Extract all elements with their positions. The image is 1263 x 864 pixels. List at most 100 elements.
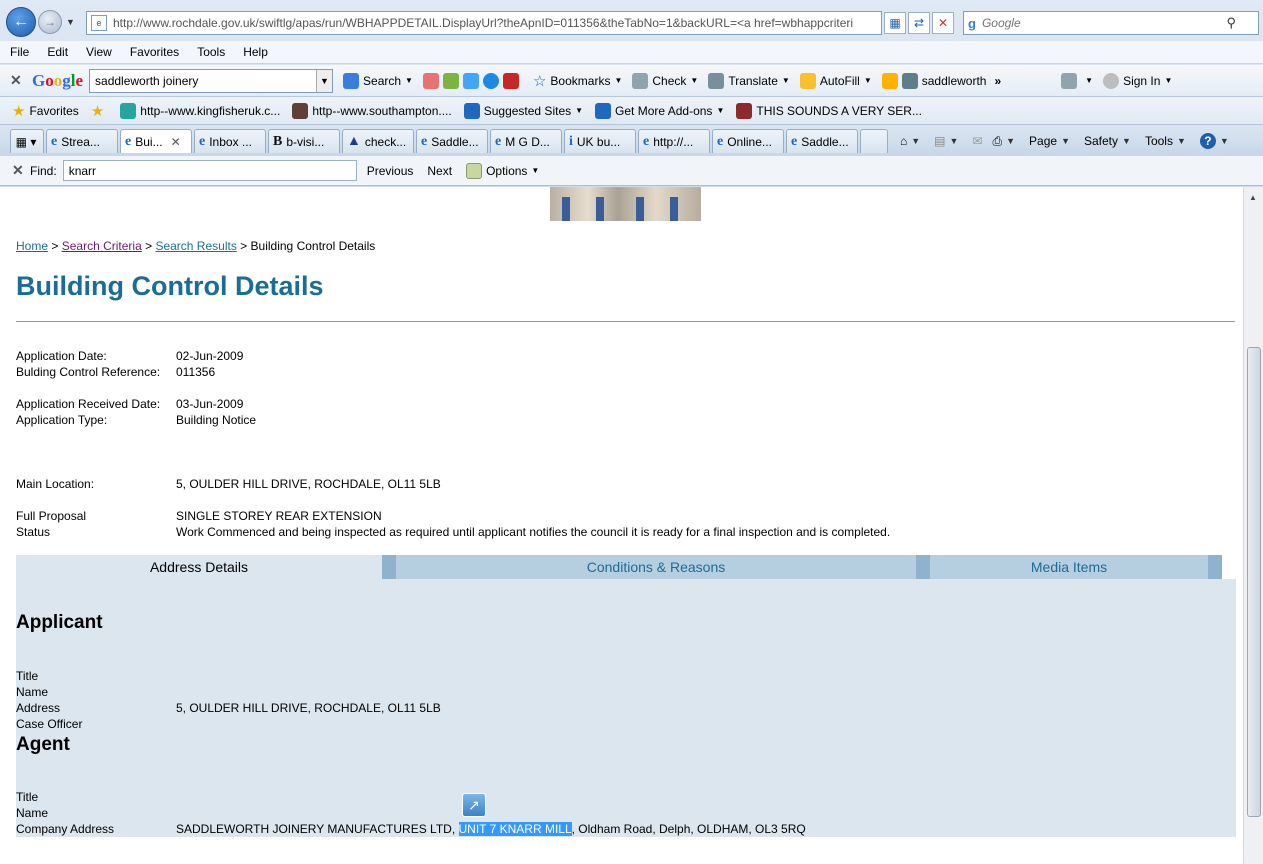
- divider: [16, 321, 1235, 322]
- add-star-icon: ★: [90, 102, 105, 120]
- favorites-button[interactable]: ★ Favorites: [12, 102, 79, 120]
- globe-icon[interactable]: [482, 72, 499, 89]
- application-type-value: Building Notice: [176, 413, 257, 427]
- home-button[interactable]: ⌂ ▼: [900, 134, 924, 148]
- tab-conditions-reasons[interactable]: Conditions & Reasons: [382, 555, 916, 579]
- favorite-link-sounds[interactable]: THIS SOUNDS A VERY SER...: [736, 102, 922, 119]
- case-officer-label: Case Officer: [16, 717, 83, 731]
- vertical-scrollbar[interactable]: ▲: [1243, 187, 1263, 864]
- find-previous-button[interactable]: Previous: [367, 164, 414, 178]
- tools-menu[interactable]: Tools ▼: [1145, 134, 1190, 148]
- menu-view[interactable]: View: [86, 45, 112, 59]
- browser-search-box[interactable]: g ⚲: [963, 11, 1259, 35]
- refresh-icon[interactable]: ⇄: [908, 12, 930, 34]
- breadcrumb-search-results-link[interactable]: Search Results: [155, 239, 236, 253]
- add-favorite-icon[interactable]: ★: [91, 102, 108, 120]
- eraser-icon[interactable]: [422, 72, 439, 89]
- close-tab-icon[interactable]: ✕: [171, 135, 181, 149]
- browser-tab[interactable]: ▲ check...: [342, 129, 414, 153]
- feeds-button[interactable]: ▤ ▼: [934, 134, 962, 148]
- browser-tab[interactable]: e Saddle...: [416, 129, 488, 153]
- compatibility-view-icon[interactable]: ▦: [884, 12, 906, 34]
- quick-tabs-icon[interactable]: ▦ ▾: [10, 129, 44, 153]
- breadcrumb-home-link[interactable]: Home: [16, 239, 48, 253]
- tools-menu-label: Tools: [1144, 134, 1173, 148]
- help-button[interactable]: ? ▼: [1199, 133, 1233, 149]
- address-bar[interactable]: e http://www.rochdale.gov.uk/swiftlg/apa…: [86, 11, 882, 35]
- menu-favorites[interactable]: Favorites: [130, 45, 179, 59]
- safety-menu[interactable]: Safety ▼: [1084, 134, 1135, 148]
- google-toolbar: ✕ Google saddleworth joinery ▼ Search ▼ ☆…: [0, 65, 1263, 97]
- chevron-down-icon[interactable]: ▼: [316, 69, 333, 92]
- new-tab-button[interactable]: [860, 129, 888, 153]
- back-button[interactable]: ←: [6, 7, 36, 37]
- main-location-row: Main Location: 5, OULDER HILL DRIVE, ROCH…: [16, 476, 441, 492]
- favorites-bar: ★ Favorites ★ http--www.kingfisheruk.c...…: [0, 97, 1263, 125]
- translate-button[interactable]: Translate ▼: [708, 72, 790, 89]
- breadcrumb-search-criteria-link[interactable]: Search Criteria: [62, 239, 142, 253]
- copy-icon[interactable]: [442, 72, 459, 89]
- favorite-link-southampton-label: http--www.southampton....: [312, 103, 452, 118]
- browser-tab[interactable]: e Strea...: [46, 129, 118, 153]
- find-options-button[interactable]: Options ▼: [466, 162, 539, 179]
- scrollbar-thumb[interactable]: [1247, 347, 1261, 817]
- browser-tab-active[interactable]: e Bui... ✕: [120, 129, 192, 153]
- stop-icon[interactable]: ✕: [932, 12, 954, 34]
- menu-file[interactable]: File: [10, 45, 29, 59]
- suggested-sites-button[interactable]: Suggested Sites ▼: [463, 102, 583, 119]
- spell-check-button[interactable]: Check ▼: [632, 72, 698, 89]
- forward-button[interactable]: →: [38, 10, 62, 34]
- google-toolbar-query[interactable]: saddleworth joinery: [95, 74, 198, 88]
- find-next-button[interactable]: Next: [427, 164, 452, 178]
- history-dropdown-icon[interactable]: ▼: [66, 17, 75, 27]
- google-logo-icon: Google: [32, 70, 84, 90]
- sign-in-label: Sign In: [1123, 73, 1161, 88]
- search-icon[interactable]: ⚲: [1226, 15, 1236, 31]
- tab-media-items[interactable]: Media Items: [916, 555, 1222, 579]
- highlighter-icon: [881, 72, 898, 89]
- autofill-button[interactable]: AutoFill ▼: [799, 72, 872, 89]
- sign-in-button[interactable]: Sign In ▼: [1103, 72, 1172, 89]
- browser-tab[interactable]: e http://...: [638, 129, 710, 153]
- find-input[interactable]: [62, 160, 357, 181]
- bookmarks-button[interactable]: ☆ Bookmarks ▼: [533, 72, 622, 90]
- browser-tab[interactable]: e Saddle...: [786, 129, 858, 153]
- google-search-button[interactable]: Search ▼: [343, 72, 413, 89]
- applicant-name-row: Name: [16, 684, 176, 700]
- address-url[interactable]: http://www.rochdale.gov.uk/swiftlg/apas/…: [113, 16, 853, 30]
- accelerator-icon[interactable]: ↗: [462, 793, 486, 817]
- browser-tab[interactable]: e Inbox ...: [194, 129, 266, 153]
- favorite-link-southampton[interactable]: http--www.southampton....: [292, 102, 452, 119]
- sail-icon: ▲: [347, 133, 361, 149]
- application-date-row: Application Date: 02-Jun-2009: [16, 348, 243, 364]
- close-toolbar-icon[interactable]: ✕: [10, 72, 28, 89]
- menu-edit[interactable]: Edit: [47, 45, 68, 59]
- close-find-icon[interactable]: ✕: [12, 162, 30, 179]
- get-more-addons-button[interactable]: Get More Add-ons ▼: [595, 102, 724, 119]
- google-toolbar-search[interactable]: saddleworth joinery ▼: [89, 68, 334, 93]
- tab-address-details[interactable]: Address Details: [16, 555, 382, 579]
- popup-blocker-icon[interactable]: [502, 72, 519, 89]
- search-icon: [343, 72, 360, 89]
- favorite-link-kingfisher[interactable]: http--www.kingfisheruk.c...: [120, 102, 280, 119]
- wrench-settings-button[interactable]: ▼: [1061, 72, 1093, 89]
- toolbar-tools-group[interactable]: [422, 72, 523, 89]
- browser-search-input[interactable]: [981, 16, 1222, 30]
- mail-button[interactable]: ✉: [972, 134, 982, 148]
- browser-tab[interactable]: e Online...: [712, 129, 784, 153]
- agent-company-address-label: Company Address: [16, 822, 115, 836]
- highlight-term-button[interactable]: saddleworth»: [881, 72, 1001, 89]
- agent-company-address-value: SADDLEWORTH JOINERY MANUFACTURES LTD, UN…: [176, 821, 806, 837]
- scroll-up-icon[interactable]: ▲: [1249, 193, 1257, 202]
- browser-tab[interactable]: eM G D...: [490, 129, 562, 153]
- page-menu[interactable]: Page ▼: [1029, 134, 1074, 148]
- menu-tools[interactable]: Tools: [197, 45, 225, 59]
- google-search-provider-icon: g: [968, 15, 976, 31]
- google-search-label: Search: [363, 73, 402, 88]
- browser-tab[interactable]: i UK bu...: [564, 129, 636, 153]
- print-button[interactable]: ⎙ ▼: [993, 134, 1020, 149]
- menu-help[interactable]: Help: [243, 45, 268, 59]
- breadcrumb-separator: >: [51, 239, 59, 253]
- plus-icon[interactable]: [462, 72, 479, 89]
- browser-tab[interactable]: Bb-visi...: [268, 129, 340, 153]
